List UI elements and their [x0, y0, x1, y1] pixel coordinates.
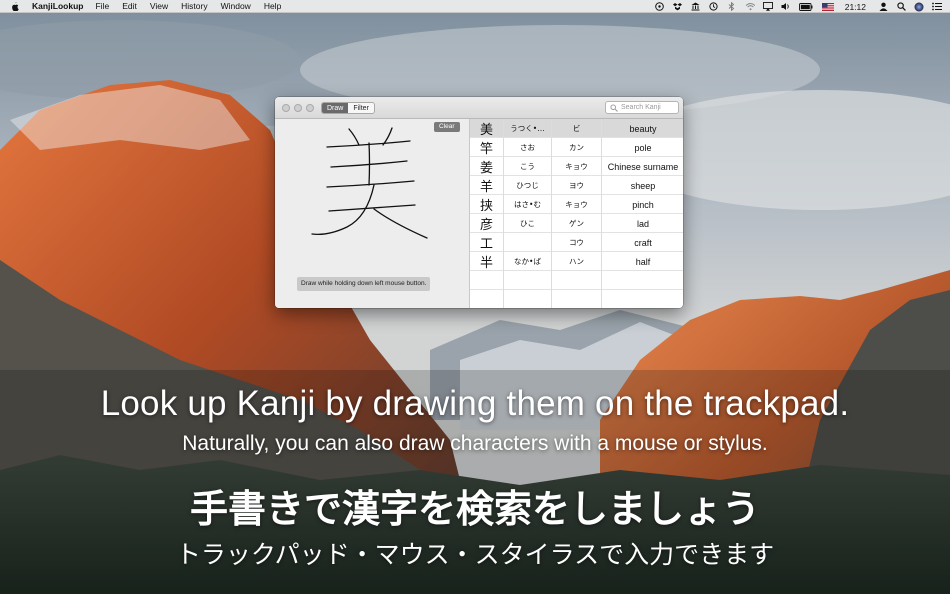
on-reading-cell: カン — [552, 138, 602, 157]
kanji-cell: 半 — [470, 252, 504, 271]
caption-subtitle-ja: トラックパッド・マウス・スタイラスで入力できます — [175, 540, 775, 569]
meaning-cell: pinch — [632, 199, 654, 210]
empty-cell — [552, 290, 602, 308]
tab-draw[interactable]: Draw — [322, 103, 349, 113]
meaning-cell: pole — [634, 142, 652, 153]
drawing-hint: Draw while holding down left mouse butto… — [297, 277, 431, 291]
dropbox-icon[interactable] — [673, 2, 683, 11]
menu-window[interactable]: Window — [221, 1, 251, 11]
clear-button[interactable]: Clear — [434, 122, 460, 132]
airplay-icon[interactable] — [762, 2, 773, 11]
caption-headline-ja: 手書きで漢字を検索をしましょう — [189, 487, 760, 531]
menu-bar: KanjiLookup File Edit View History Windo… — [0, 0, 950, 13]
battery-icon[interactable] — [798, 2, 813, 11]
meaning-cell: lad — [636, 218, 649, 229]
table-row[interactable]: 彦 ひこ ゲン lad — [470, 214, 683, 233]
empty-cell — [504, 271, 552, 290]
menu-view[interactable]: View — [150, 1, 168, 11]
search-placeholder: Search Kanji — [621, 104, 661, 111]
menu-history[interactable]: History — [181, 1, 207, 11]
empty-cell — [552, 271, 602, 290]
status-menus: 21:12 — [647, 0, 942, 13]
empty-cell — [602, 290, 683, 308]
menu-help[interactable]: Help — [264, 1, 281, 11]
kun-reading-cell: なか•ば — [504, 252, 552, 271]
menu-app-name[interactable]: KanjiLookup — [32, 1, 83, 11]
empty-cell — [602, 271, 683, 290]
table-row[interactable]: 美 うつく•… ビ beauty — [470, 119, 683, 138]
kun-reading-cell: こう — [504, 157, 552, 176]
kanji-cell: 彦 — [470, 214, 504, 233]
zoom-button[interactable] — [306, 104, 314, 112]
table-row[interactable]: 竿 さお カン pole — [470, 138, 683, 157]
kun-reading-cell: うつく•… — [504, 119, 552, 138]
kun-reading-cell: ひつじ — [504, 176, 552, 195]
cloudapp-icon[interactable] — [655, 2, 665, 11]
bank-icon[interactable] — [691, 2, 701, 11]
search-icon — [610, 103, 618, 112]
meaning-cell: sheep — [630, 180, 656, 191]
bluetooth-icon[interactable] — [727, 2, 737, 11]
user-icon[interactable] — [878, 2, 888, 11]
kanji-cell: 工 — [470, 233, 504, 252]
empty-cell — [504, 290, 552, 308]
search-input[interactable]: Search Kanji — [605, 101, 679, 114]
siri-icon[interactable] — [914, 2, 924, 11]
kanji-cell: 挟 — [470, 195, 504, 214]
drawing-canvas[interactable]: Clear Draw while holding down left mouse… — [275, 119, 469, 308]
kun-reading-cell — [504, 233, 552, 252]
table-row[interactable]: 姜 こう キョウ Chinese surname — [470, 157, 683, 176]
on-reading-cell: ハン — [552, 252, 602, 271]
on-reading-cell: ビ — [552, 119, 602, 138]
on-reading-cell: コウ — [552, 233, 602, 252]
time-machine-icon[interactable] — [709, 2, 719, 11]
caption-subtitle-en: Naturally, you can also draw characters … — [182, 432, 768, 455]
table-row[interactable]: 挟 はさ•む キョウ pinch — [470, 195, 683, 214]
on-reading-cell: キョウ — [552, 157, 602, 176]
window-titlebar[interactable]: Draw Filter Search Kanji — [275, 97, 683, 119]
menubar-clock[interactable]: 21:12 — [845, 2, 866, 12]
empty-table-row — [470, 290, 683, 308]
empty-table-row — [470, 271, 683, 290]
kanji-cell: 姜 — [470, 157, 504, 176]
empty-cell — [470, 271, 504, 290]
table-row[interactable]: 羊 ひつじ ヨウ sheep — [470, 176, 683, 195]
kun-reading-cell: さお — [504, 138, 552, 157]
table-row[interactable]: 工 コウ craft — [470, 233, 683, 252]
menu-edit[interactable]: Edit — [122, 1, 137, 11]
flag-us-icon[interactable] — [821, 2, 835, 11]
meaning-cell: craft — [634, 237, 652, 248]
empty-cell — [470, 290, 504, 308]
kun-reading-cell: はさ•む — [504, 195, 552, 214]
minimize-button[interactable] — [294, 104, 302, 112]
caption-headline-en: Look up Kanji by drawing them on the tra… — [100, 384, 850, 423]
volume-icon[interactable] — [781, 2, 791, 11]
kanji-cell: 竿 — [470, 138, 504, 157]
mode-segmented-control: Draw Filter — [321, 102, 375, 114]
table-row[interactable]: 半 なか•ば ハン half — [470, 252, 683, 271]
kanji-cell: 美 — [470, 119, 504, 138]
kun-reading-cell: ひこ — [504, 214, 552, 233]
notification-center-icon[interactable] — [932, 2, 942, 11]
tab-filter[interactable]: Filter — [348, 103, 374, 113]
wifi-icon[interactable] — [745, 2, 755, 11]
close-button[interactable] — [282, 104, 290, 112]
spotlight-icon[interactable] — [896, 2, 906, 11]
on-reading-cell: ヨウ — [552, 176, 602, 195]
on-reading-cell: キョウ — [552, 195, 602, 214]
kanji-cell: 羊 — [470, 176, 504, 195]
on-reading-cell: ゲン — [552, 214, 602, 233]
results-table[interactable]: 美 うつく•… ビ beauty 竿 さお カン pole 姜 こう キョウ C… — [469, 119, 683, 308]
meaning-cell: half — [635, 256, 651, 267]
meaning-cell: Chinese surname — [607, 161, 679, 172]
menu-file[interactable]: File — [95, 1, 109, 11]
kanji-lookup-window: Draw Filter Search Kanji Clear Draw whil… — [275, 97, 683, 308]
meaning-cell: beauty — [629, 123, 657, 134]
apple-icon[interactable] — [10, 1, 20, 11]
